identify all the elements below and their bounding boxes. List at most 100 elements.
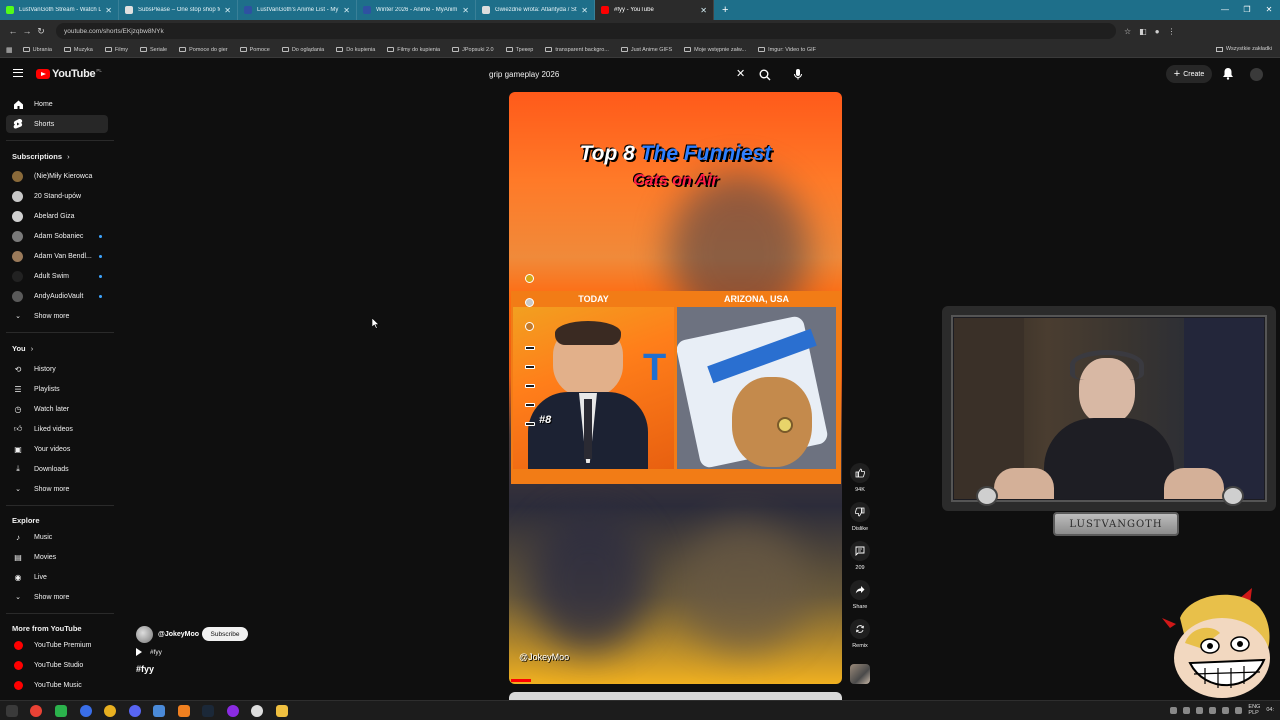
discord-icon[interactable] bbox=[129, 705, 141, 717]
app-icon[interactable] bbox=[153, 705, 165, 717]
sidebar-item-youtube-app[interactable]: YouTube Studio bbox=[6, 656, 108, 674]
browser-tab[interactable]: Gwiezdne wrota: Atlantyda / St ✕ bbox=[476, 0, 595, 20]
bookmark-item[interactable]: Do kupienia bbox=[336, 47, 375, 53]
sidebar-item-subscription[interactable]: Abelard Giza bbox=[6, 207, 108, 225]
bookmark-item[interactable]: Seriale bbox=[139, 47, 167, 53]
sidebar-item-downloads[interactable]: ⤓ Downloads bbox=[6, 460, 108, 478]
browser-icon[interactable] bbox=[80, 705, 92, 717]
new-tab-icon[interactable]: + bbox=[714, 4, 736, 16]
like-button[interactable]: 94K bbox=[848, 463, 872, 493]
address-bar[interactable]: youtube.com/shorts/EKjzqbw8NYk bbox=[56, 23, 1116, 39]
close-window-icon[interactable]: ✕ bbox=[1258, 0, 1280, 20]
tray-icon[interactable] bbox=[1196, 706, 1204, 714]
browser-tab[interactable]: LustVanGoth Stream - Watch Li ✕ bbox=[0, 0, 119, 20]
show-more-you[interactable]: ⌄ Show more bbox=[6, 480, 108, 498]
search-icon[interactable] bbox=[759, 68, 771, 86]
notifications-icon[interactable] bbox=[1222, 67, 1234, 85]
bookmark-item[interactable]: Filmy bbox=[104, 47, 128, 53]
sidebar-item-live[interactable]: ◉ Live bbox=[6, 568, 108, 586]
close-tab-icon[interactable]: ✕ bbox=[462, 6, 469, 15]
maximize-icon[interactable]: ❐ bbox=[1236, 0, 1258, 20]
subscribe-button[interactable]: Subscribe bbox=[202, 627, 248, 641]
video-progress-bar[interactable] bbox=[511, 679, 531, 682]
show-more-subscriptions[interactable]: ⌄ Show more bbox=[6, 307, 108, 325]
volume-icon[interactable] bbox=[1222, 706, 1230, 714]
sidebar-item-watch-later[interactable]: ◷ Watch later bbox=[6, 400, 108, 418]
bookmark-item[interactable]: JPopsuki 2.0 bbox=[452, 47, 494, 53]
sound-thumbnail[interactable] bbox=[850, 664, 870, 684]
language-indicator[interactable]: ENG PLP bbox=[1248, 704, 1260, 716]
sidebar-item-youtube-app[interactable]: YouTube Music bbox=[6, 676, 108, 694]
sidebar-item-subscription[interactable]: 20 Stand-upów bbox=[6, 187, 108, 205]
app-icon[interactable] bbox=[55, 705, 67, 717]
browser-tab[interactable]: #fyy - YouTube ✕ bbox=[595, 0, 714, 20]
sidebar-item-subscription[interactable]: Adult Swim bbox=[6, 267, 108, 285]
dislike-button[interactable]: Dislike bbox=[848, 502, 872, 532]
bookmark-item[interactable]: Do oglądania bbox=[281, 47, 324, 53]
bookmark-item[interactable]: Pomoce do gier bbox=[179, 47, 228, 53]
network-icon[interactable] bbox=[1235, 706, 1243, 714]
apps-grid-icon[interactable]: ▦ bbox=[6, 46, 13, 54]
app-icon[interactable] bbox=[104, 705, 116, 717]
browser-tab[interactable]: Winter 2026 - Anime - MyAnim ✕ bbox=[357, 0, 476, 20]
bookmark-item[interactable]: Pomoce bbox=[239, 47, 270, 53]
tray-icon[interactable] bbox=[1170, 706, 1178, 714]
sidebar-item-liked[interactable]: 👍︎ Liked videos bbox=[6, 420, 108, 438]
clear-search-icon[interactable]: ✕ bbox=[736, 67, 745, 80]
sidebar-item-subscription[interactable]: Adam Van Bendl... bbox=[6, 247, 108, 265]
sidebar-item-subscription[interactable]: Adam Sobaniec bbox=[6, 227, 108, 245]
bookmark-item[interactable]: Just Anime GIFS bbox=[620, 47, 672, 53]
back-icon[interactable]: ← bbox=[6, 26, 20, 36]
minimize-icon[interactable]: — bbox=[1214, 0, 1236, 20]
subscriptions-heading[interactable]: Subscriptions › bbox=[12, 152, 70, 161]
obs-icon[interactable] bbox=[251, 705, 263, 717]
comments-button[interactable]: 209 bbox=[848, 541, 872, 571]
clock[interactable]: 04: bbox=[1266, 707, 1274, 713]
tray-icon[interactable] bbox=[1183, 706, 1191, 714]
sidebar-item-music[interactable]: ♪ Music bbox=[6, 528, 108, 546]
show-more-explore[interactable]: ⌄ Show more bbox=[6, 588, 108, 606]
close-tab-icon[interactable]: ✕ bbox=[343, 6, 350, 15]
start-icon[interactable] bbox=[6, 705, 18, 717]
browser-menu-icon[interactable]: ⋮ bbox=[1168, 27, 1176, 36]
sidebar-item-home[interactable]: Home bbox=[6, 95, 108, 113]
youtube-logo[interactable]: YouTube PL bbox=[36, 68, 102, 80]
browser-tab[interactable]: LustVanGoth's Anime List - My ✕ bbox=[238, 0, 357, 20]
sidebar-item-subscription[interactable]: (Nie)Miły Kierowca bbox=[6, 167, 108, 185]
account-avatar[interactable] bbox=[1250, 68, 1263, 81]
bookmark-item[interactable]: Ubrania bbox=[22, 47, 52, 53]
forward-icon[interactable]: → bbox=[20, 26, 34, 36]
close-tab-icon[interactable]: ✕ bbox=[105, 6, 112, 15]
tray-icon[interactable] bbox=[1209, 706, 1217, 714]
sidebar-item-history[interactable]: ⟲ History bbox=[6, 360, 108, 378]
channel-avatar[interactable] bbox=[136, 626, 153, 643]
sidebar-item-playlists[interactable]: ☰ Playlists bbox=[6, 380, 108, 398]
microphone-icon[interactable] bbox=[790, 66, 806, 82]
sidebar-item-movies[interactable]: ▤ Movies bbox=[6, 548, 108, 566]
close-tab-icon[interactable]: ✕ bbox=[700, 6, 707, 15]
profile-icon[interactable]: ● bbox=[1155, 27, 1160, 36]
bookmark-item[interactable]: Imgur: Video to GIF bbox=[758, 47, 816, 53]
menu-icon[interactable] bbox=[13, 69, 23, 77]
create-button[interactable]: + Create bbox=[1166, 65, 1212, 83]
sidebar-item-youtube-app[interactable]: YouTube Premium bbox=[6, 636, 108, 654]
bookmark-item[interactable]: Moje wstępnie załw... bbox=[684, 47, 746, 53]
bookmark-star-icon[interactable]: ☆ bbox=[1124, 27, 1131, 36]
bookmark-item[interactable]: Трекер bbox=[505, 47, 533, 53]
remix-button[interactable]: Remix bbox=[848, 619, 872, 649]
app-icon[interactable] bbox=[227, 705, 239, 717]
hashtag-link[interactable]: #fyy bbox=[136, 648, 162, 656]
sidebar-item-shorts[interactable]: Shorts bbox=[6, 115, 108, 133]
file-explorer-icon[interactable] bbox=[276, 705, 288, 717]
reload-icon[interactable]: ↻ bbox=[34, 26, 48, 37]
sidebar-item-subscription[interactable]: AndyAudioVault bbox=[6, 287, 108, 305]
vlc-icon[interactable] bbox=[178, 705, 190, 717]
channel-handle[interactable]: @JokeyMoo bbox=[158, 631, 199, 638]
sidebar-item-your-videos[interactable]: ▣ Your videos bbox=[6, 440, 108, 458]
all-bookmarks[interactable]: Wszystkie zakładki bbox=[1215, 46, 1272, 52]
share-button[interactable]: Share bbox=[848, 580, 872, 610]
close-tab-icon[interactable]: ✕ bbox=[224, 6, 231, 15]
extensions-icon[interactable]: ◧ bbox=[1139, 27, 1147, 36]
search-input[interactable] bbox=[482, 65, 732, 83]
steam-icon[interactable] bbox=[202, 705, 214, 717]
